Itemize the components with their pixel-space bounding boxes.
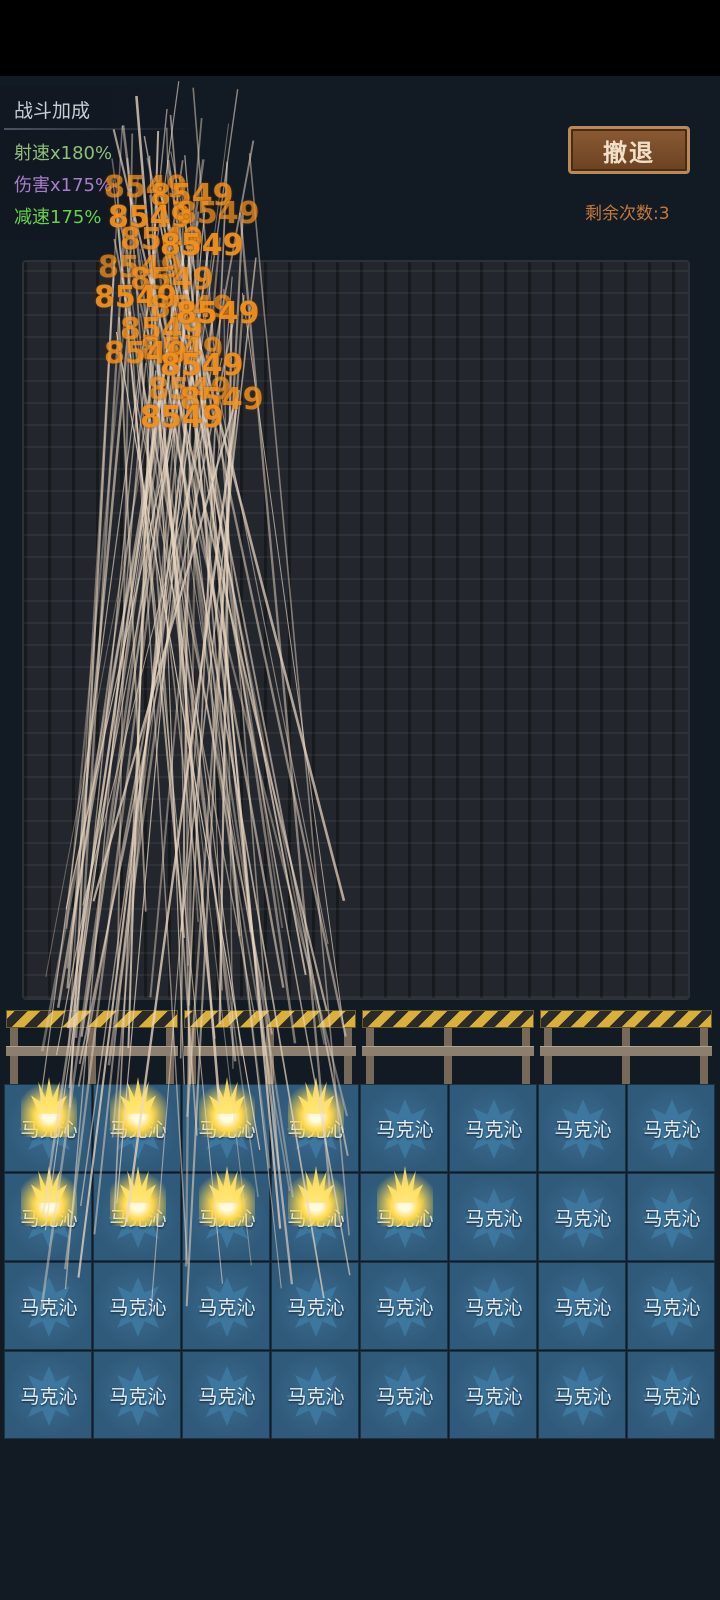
bullet-trail [241,292,345,1028]
bullet-trail [185,212,244,1307]
bullet-streaks [39,81,351,1312]
